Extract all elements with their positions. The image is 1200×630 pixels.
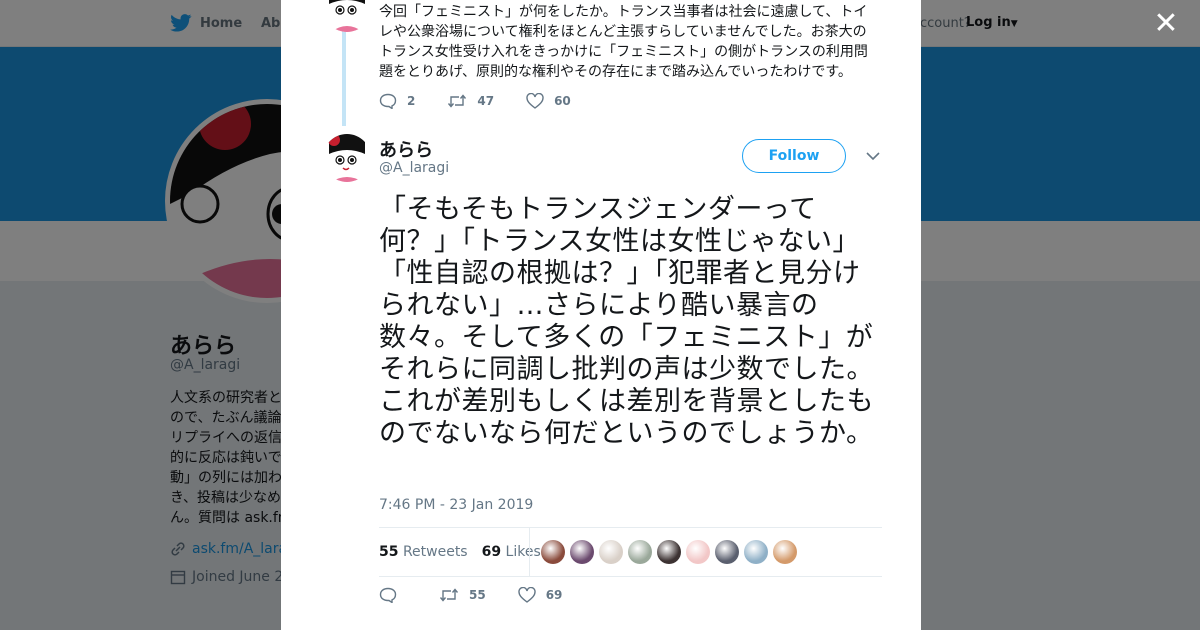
previous-tweet-text: 今回「フェミニスト」が何をしたか。トランス当事者は社会に遠慮して、トイレや公衆浴… xyxy=(379,4,868,80)
follow-button[interactable]: Follow xyxy=(742,139,846,173)
author-name[interactable]: あらら xyxy=(379,136,433,162)
main-tweet-actions: 55 69 xyxy=(379,587,594,603)
like-button[interactable]: 69 xyxy=(518,587,563,603)
author-avatar[interactable] xyxy=(323,134,371,182)
like-count: 60 xyxy=(554,94,571,108)
reply-icon xyxy=(379,93,397,109)
liker-avatar[interactable] xyxy=(657,540,681,564)
liker-avatar[interactable] xyxy=(628,540,652,564)
like-count: 69 xyxy=(545,588,563,602)
avatar-image xyxy=(323,134,371,182)
tweet-permalink-modal: 今回「フェミニスト」が何をしたか。トランス当事者は社会に遠慮して、トイレや公衆浴… xyxy=(281,0,921,630)
heart-icon xyxy=(526,93,544,109)
liker-avatar[interactable] xyxy=(715,540,739,564)
author-handle[interactable]: @A_laragi xyxy=(379,160,449,176)
liker-avatar[interactable] xyxy=(744,540,768,564)
retweet-count: 55 xyxy=(469,588,486,602)
avatar-image xyxy=(323,0,371,32)
retweets-count: 55 xyxy=(379,544,399,560)
liker-avatar[interactable] xyxy=(773,540,797,564)
retweet-button[interactable]: 47 xyxy=(447,93,494,109)
likes-label: Likes xyxy=(505,544,541,560)
previous-tweet-actions: 2 47 60 xyxy=(379,93,603,109)
close-icon[interactable]: ✕ xyxy=(1150,8,1182,40)
tweet-timestamp[interactable]: 7:46 PM - 23 Jan 2019 xyxy=(379,497,533,513)
like-button[interactable]: 60 xyxy=(526,93,571,109)
tweet-text: 「そもそもトランスジェンダーって何？」「トランス女性は女性じゃない」「性自認の根… xyxy=(379,194,874,449)
tweet-stats: 55 Retweets 69 Likes xyxy=(379,527,882,577)
retweets-stat[interactable]: 55 Retweets xyxy=(379,544,468,560)
retweet-button[interactable]: 55 xyxy=(439,587,486,603)
liker-avatars xyxy=(541,540,797,564)
liker-avatar[interactable] xyxy=(541,540,565,564)
stats-divider xyxy=(529,528,530,576)
previous-tweet-avatar[interactable] xyxy=(323,0,371,32)
more-options-button[interactable] xyxy=(865,148,881,164)
retweet-icon xyxy=(448,94,467,108)
chevron-down-icon xyxy=(866,152,880,161)
likes-stat[interactable]: 69 Likes xyxy=(482,544,541,560)
retweets-label: Retweets xyxy=(402,544,468,560)
reply-count: 2 xyxy=(407,94,416,108)
reply-button[interactable] xyxy=(379,587,407,603)
likes-count: 69 xyxy=(481,544,502,560)
retweet-icon xyxy=(439,588,459,602)
reply-button[interactable]: 2 xyxy=(379,93,415,109)
liker-avatar[interactable] xyxy=(599,540,623,564)
reply-icon xyxy=(379,587,397,603)
liker-avatar[interactable] xyxy=(686,540,710,564)
heart-icon xyxy=(518,587,536,603)
thread-connector xyxy=(342,30,346,126)
liker-avatar[interactable] xyxy=(570,540,594,564)
retweet-count: 47 xyxy=(477,94,495,108)
